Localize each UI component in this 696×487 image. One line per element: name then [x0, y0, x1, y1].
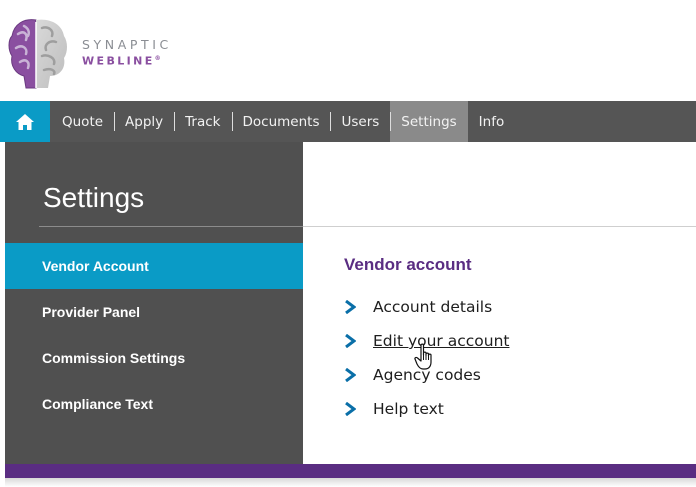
content-divider	[303, 226, 696, 227]
brand-line1: SYNAPTIC	[82, 37, 172, 52]
sidebar-item-commission-settings[interactable]: Commission Settings	[5, 335, 303, 381]
edit-account-link[interactable]: Edit your account	[373, 332, 509, 350]
nav-home-button[interactable]	[0, 101, 50, 142]
nav-documents[interactable]: Documents	[231, 101, 331, 142]
nav-info[interactable]: Info	[468, 101, 516, 142]
registered-mark: ®	[154, 55, 161, 62]
sidebar-item-vendor-account[interactable]: Vendor Account	[5, 243, 303, 289]
home-icon	[16, 113, 34, 130]
sidebar-menu: Vendor Account Provider Panel Commission…	[5, 243, 303, 427]
header: SYNAPTIC WEBLINE®	[0, 0, 696, 101]
account-details-link[interactable]: Account details	[373, 298, 492, 316]
sidebar-title: Settings	[43, 182, 145, 213]
hand-cursor-icon	[414, 343, 432, 370]
section-title: Vendor account	[344, 255, 472, 274]
brand-wordmark: SYNAPTIC WEBLINE®	[82, 38, 172, 69]
list-item: Help text	[344, 392, 509, 426]
nav-track[interactable]: Track	[174, 101, 231, 142]
settings-sidebar: Settings Vendor Account Provider Panel C…	[5, 142, 303, 464]
help-text-link[interactable]: Help text	[373, 400, 444, 418]
chevron-right-icon	[345, 368, 356, 382]
nav-apply[interactable]: Apply	[114, 101, 174, 142]
nav-users[interactable]: Users	[330, 101, 390, 142]
sidebar-item-compliance-text[interactable]: Compliance Text	[5, 381, 303, 427]
brand-line2: WEBLINE®	[82, 54, 161, 68]
chevron-right-icon	[345, 300, 356, 314]
sidebar-item-provider-panel[interactable]: Provider Panel	[5, 289, 303, 335]
sidebar-divider	[39, 226, 303, 227]
footer-shadow	[5, 478, 696, 487]
page: SYNAPTIC WEBLINE® Quote Apply Track Docu…	[0, 0, 696, 487]
chevron-right-icon	[345, 402, 356, 416]
top-navigation: Quote Apply Track Documents Users Settin…	[0, 101, 696, 142]
brain-logo-icon	[8, 19, 67, 89]
list-item: Account details	[344, 290, 509, 324]
footer-bar	[5, 464, 696, 478]
nav-settings[interactable]: Settings	[390, 101, 468, 142]
nav-quote[interactable]: Quote	[50, 101, 114, 142]
chevron-right-icon	[345, 334, 356, 348]
